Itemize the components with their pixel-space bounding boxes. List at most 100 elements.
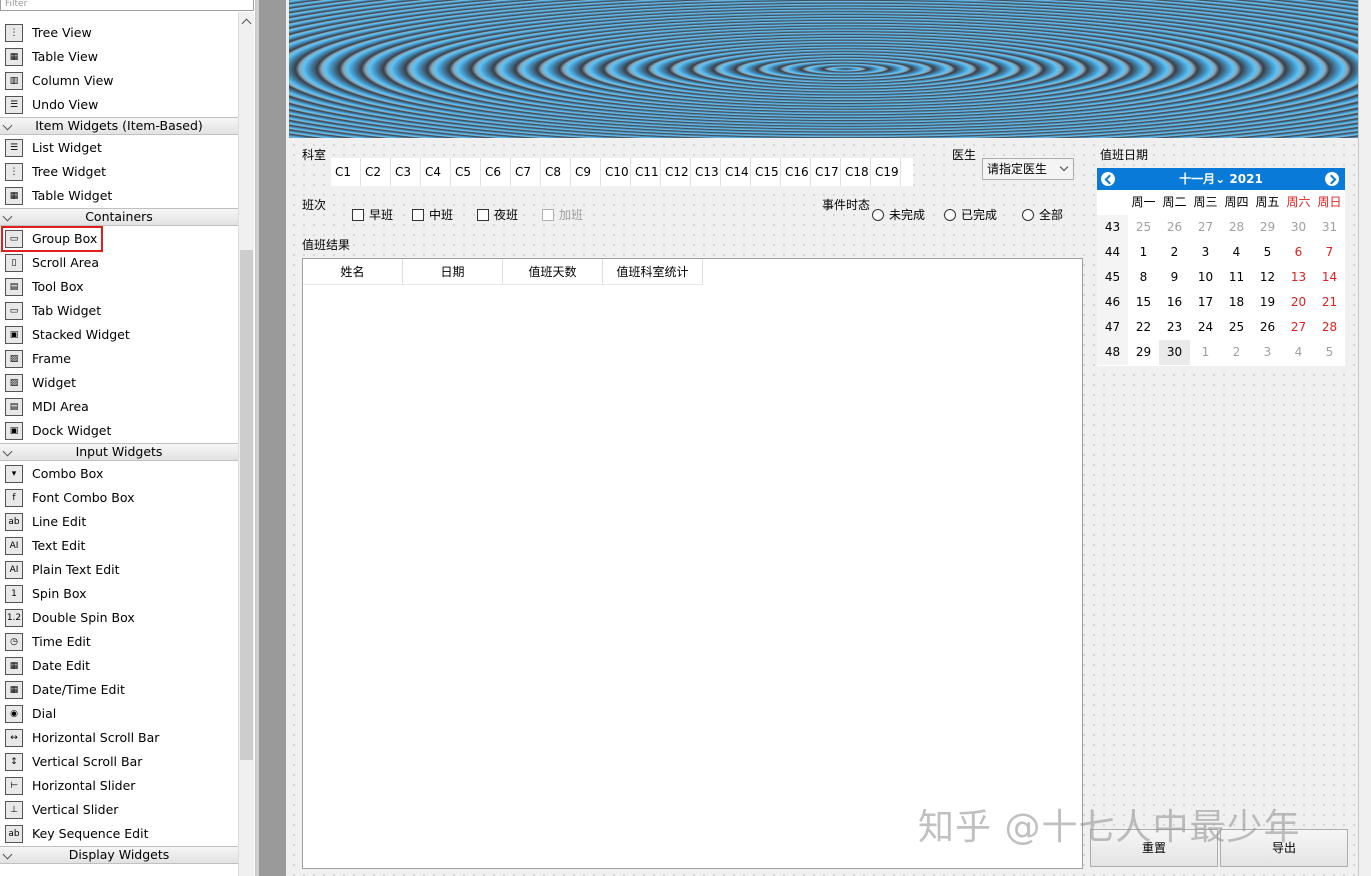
duty-date-calendar[interactable]: 十一月⌄ 2021 周一 周二 周三 周四 周五 周六 周日 43 25 26 27 28 29 30 31… <box>1097 168 1345 366</box>
splitter[interactable] <box>256 0 286 876</box>
event-state-radio-1[interactable]: 未完成 <box>872 207 925 223</box>
calendar-day[interactable]: 13 <box>1283 265 1314 290</box>
calendar-day[interactable]: 28 <box>1314 315 1345 340</box>
calendar-day[interactable]: 26 <box>1252 315 1283 340</box>
widget-item-column-view[interactable]: ▥ Column View <box>0 69 238 93</box>
calendar-day[interactable]: 30 <box>1283 215 1314 240</box>
widget-item-frame[interactable]: ▨ Frame <box>0 347 238 371</box>
widget-item-time-edit[interactable]: ◷ Time Edit <box>0 630 238 654</box>
widget-item-text-edit[interactable]: AI Text Edit <box>0 534 238 558</box>
widget-item-mdi-area[interactable]: ▤ MDI Area <box>0 395 238 419</box>
widget-item-scroll-area[interactable]: ▯ Scroll Area <box>0 251 238 275</box>
calendar-day[interactable]: 21 <box>1314 290 1345 315</box>
widget-item-horizontal-slider[interactable]: ⊢ Horizontal Slider <box>0 774 238 798</box>
table-header-col-2[interactable]: 日期 <box>403 259 503 285</box>
filter-input[interactable]: Filter <box>0 0 254 11</box>
calendar-day[interactable]: 8 <box>1128 265 1159 290</box>
calendar-day[interactable]: 1 <box>1128 240 1159 265</box>
widget-item-table-widget[interactable]: ▦ Table Widget <box>0 184 238 208</box>
calendar-day[interactable]: 11 <box>1221 265 1252 290</box>
department-item-c14[interactable]: C14 <box>721 158 751 186</box>
widget-item-widget[interactable]: ▨ Widget <box>0 371 238 395</box>
calendar-day[interactable]: 25 <box>1221 315 1252 340</box>
calendar-day[interactable]: 9 <box>1159 265 1190 290</box>
calendar-day[interactable]: 2 <box>1221 340 1252 365</box>
widget-item-key-sequence-edit[interactable]: ab Key Sequence Edit <box>0 822 238 846</box>
doctor-combo[interactable]: 请指定医生 <box>982 158 1074 180</box>
table-header-col-3[interactable]: 值班天数 <box>503 259 603 285</box>
department-item-c13[interactable]: C13 <box>691 158 721 186</box>
calendar-day[interactable]: 5 <box>1252 240 1283 265</box>
calendar-day[interactable]: 29 <box>1128 340 1159 365</box>
department-item-c6[interactable]: C6 <box>481 158 511 186</box>
event-state-radio-3[interactable]: 全部 <box>1022 207 1063 223</box>
widget-list-scrollbar[interactable] <box>238 12 254 876</box>
calendar-day[interactable]: 14 <box>1314 265 1345 290</box>
calendar-day[interactable]: 20 <box>1283 290 1314 315</box>
department-item-c3[interactable]: C3 <box>391 158 421 186</box>
chevron-down-icon[interactable] <box>2 446 13 457</box>
widget-item-dock-widget[interactable]: ▣ Dock Widget <box>0 419 238 443</box>
widget-item-tree-view[interactable]: ⋮ Tree View <box>0 21 238 45</box>
calendar-day[interactable]: 16 <box>1159 290 1190 315</box>
table-header-col-4[interactable]: 值班科室统计 <box>603 259 703 285</box>
shift-checkbox-2[interactable]: 中班 <box>412 207 453 223</box>
chevron-down-icon[interactable] <box>2 120 13 131</box>
widget-item-stacked-widget[interactable]: ▣ Stacked Widget <box>0 323 238 347</box>
department-item-c8[interactable]: C8 <box>541 158 571 186</box>
chevron-down-icon[interactable] <box>2 849 13 860</box>
calendar-day[interactable]: 18 <box>1221 290 1252 315</box>
category-containers[interactable]: Containers <box>0 208 238 226</box>
calendar-day[interactable]: 7 <box>1314 240 1345 265</box>
department-item-c2[interactable]: C2 <box>361 158 391 186</box>
calendar-day[interactable]: 23 <box>1159 315 1190 340</box>
calendar-day[interactable]: 31 <box>1314 215 1345 240</box>
department-item-c18[interactable]: C18 <box>841 158 871 186</box>
category-item-widgets[interactable]: Item Widgets (Item-Based) <box>0 117 238 135</box>
next-month-arrow-icon[interactable] <box>1325 172 1339 186</box>
calendar-day[interactable]: 29 <box>1252 215 1283 240</box>
widget-item-list-widget[interactable]: ☰ List Widget <box>0 136 238 160</box>
widget-item-double-spin-box[interactable]: 1.2 Double Spin Box <box>0 606 238 630</box>
calendar-day[interactable]: 3 <box>1252 340 1283 365</box>
calendar-day[interactable]: 15 <box>1128 290 1159 315</box>
calendar-day[interactable]: 4 <box>1283 340 1314 365</box>
calendar-day[interactable]: 30 <box>1159 340 1190 365</box>
result-table[interactable]: 姓名 日期 值班天数 值班科室统计 <box>302 258 1083 869</box>
calendar-day[interactable]: 25 <box>1128 215 1159 240</box>
calendar-month-year[interactable]: 十一月⌄ 2021 <box>1097 168 1345 190</box>
category-display-widgets[interactable]: Display Widgets <box>0 846 238 864</box>
calendar-day[interactable]: 6 <box>1283 240 1314 265</box>
widget-item-spin-box[interactable]: 1 Spin Box <box>0 582 238 606</box>
event-state-radio-2[interactable]: 已完成 <box>944 207 997 223</box>
department-item-c15[interactable]: C15 <box>751 158 781 186</box>
calendar-day[interactable]: 12 <box>1252 265 1283 290</box>
widget-item-combo-box[interactable]: ▾ Combo Box <box>0 462 238 486</box>
category-input-widgets[interactable]: Input Widgets <box>0 443 238 461</box>
calendar-day[interactable]: 2 <box>1159 240 1190 265</box>
calendar-day[interactable]: 10 <box>1190 265 1221 290</box>
calendar-day[interactable]: 28 <box>1221 215 1252 240</box>
widget-item-date-edit[interactable]: ▦ Date Edit <box>0 654 238 678</box>
shift-checkbox-1[interactable]: 早班 <box>352 207 393 223</box>
calendar-day[interactable]: 3 <box>1190 240 1221 265</box>
widget-item-tool-box[interactable]: ▤ Tool Box <box>0 275 238 299</box>
widget-item-vertical-slider[interactable]: ⊥ Vertical Slider <box>0 798 238 822</box>
widget-item-font-combo-box[interactable]: f Font Combo Box <box>0 486 238 510</box>
calendar-day[interactable]: 22 <box>1128 315 1159 340</box>
widget-item-line-edit[interactable]: ab Line Edit <box>0 510 238 534</box>
calendar-day[interactable]: 5 <box>1314 340 1345 365</box>
shift-checkbox-3[interactable]: 夜班 <box>477 207 518 223</box>
department-item-c4[interactable]: C4 <box>421 158 451 186</box>
calendar-day[interactable]: 1 <box>1190 340 1221 365</box>
widget-item-date-time-edit[interactable]: ▦ Date/Time Edit <box>0 678 238 702</box>
widget-item-plain-text-edit[interactable]: AI Plain Text Edit <box>0 558 238 582</box>
widget-item-tab-widget[interactable]: ▭ Tab Widget <box>0 299 238 323</box>
department-item-c1[interactable]: C1 <box>331 158 361 186</box>
department-item-c10[interactable]: C10 <box>601 158 631 186</box>
calendar-day[interactable]: 19 <box>1252 290 1283 315</box>
department-item-c16[interactable]: C16 <box>781 158 811 186</box>
department-item-c19[interactable]: C19 <box>871 158 901 186</box>
department-item-c12[interactable]: C12 <box>661 158 691 186</box>
calendar-day[interactable]: 4 <box>1221 240 1252 265</box>
